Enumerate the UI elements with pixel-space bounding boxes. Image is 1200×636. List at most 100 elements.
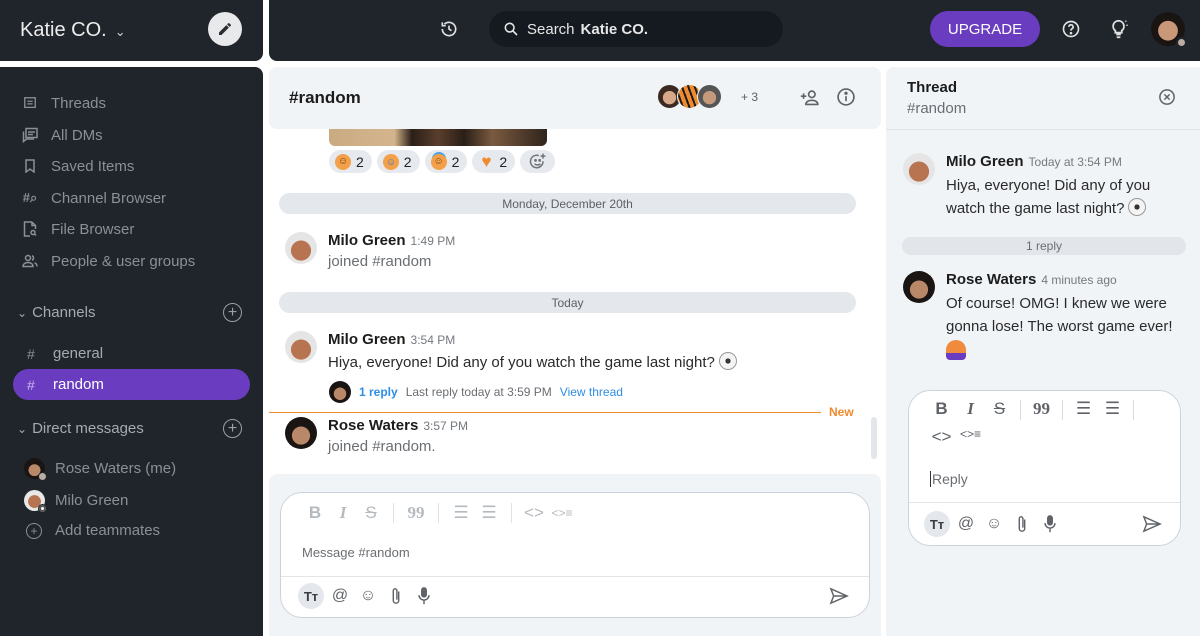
workspace-bar: Katie CO. ⌄ — [0, 0, 263, 61]
message-author[interactable]: Rose Waters 3:57 PM — [328, 417, 468, 434]
reaction-grinning[interactable]: ☺ 2 — [329, 150, 372, 173]
code-icon[interactable]: <> — [520, 503, 548, 523]
search-input[interactable]: Search Katie CO. — [489, 11, 783, 47]
message-body: joined #random. — [328, 438, 436, 455]
send-button[interactable] — [829, 587, 849, 610]
composer-actions: Tᴛ @ ☺ — [924, 511, 1062, 537]
strikethrough-icon[interactable]: S — [357, 503, 385, 523]
avatar[interactable] — [285, 417, 317, 449]
sidebar-dm-rose-waters[interactable]: Rose Waters (me) — [24, 458, 176, 481]
sidebar-dm-milo-green[interactable]: Milo Green — [24, 490, 128, 513]
reply-composer[interactable]: B I S 99 ☰ ☰ <> <>≡ Reply Tᴛ @ ☺ — [908, 390, 1181, 546]
add-dm-icon[interactable]: + — [223, 419, 242, 438]
numbered-list-icon[interactable]: ☰ — [1069, 399, 1098, 421]
code-block-icon[interactable]: <>≡ — [548, 506, 576, 520]
chevron-down-icon[interactable]: ⌄ — [17, 306, 27, 320]
sidebar-item-file-browser[interactable]: File Browser — [22, 218, 134, 240]
bullet-list-icon[interactable]: ☰ — [1098, 399, 1127, 421]
emoji-icon[interactable]: ☺ — [982, 512, 1006, 536]
thread-title: Thread — [907, 79, 958, 96]
reply-count-divider: 1 reply — [902, 237, 1186, 255]
close-icon — [1159, 89, 1175, 105]
channels-section-header[interactable]: ⌄ Channels + — [17, 303, 242, 322]
strikethrough-icon[interactable]: S — [985, 399, 1014, 421]
code-icon[interactable]: <> — [927, 427, 956, 449]
text-format-icon[interactable]: Tᴛ — [298, 583, 324, 609]
mention-icon[interactable]: @ — [328, 584, 352, 608]
text-format-icon[interactable]: Tᴛ — [924, 511, 950, 537]
avatar[interactable] — [285, 232, 317, 264]
message-author[interactable]: Milo Green 1:49 PM — [328, 232, 455, 249]
dms-section-header[interactable]: ⌄ Direct messages + — [17, 419, 242, 438]
history-button[interactable] — [439, 19, 461, 41]
italic-icon[interactable]: I — [329, 503, 357, 523]
reply-input[interactable]: Reply — [930, 471, 968, 487]
attachment-icon[interactable] — [1010, 512, 1034, 536]
avatar[interactable] — [903, 153, 935, 185]
rolling-laughing-icon: ☺ — [379, 150, 402, 173]
message-time: 4 minutes ago — [1041, 273, 1117, 287]
message-author[interactable]: Milo Green Today at 3:54 PM — [946, 153, 1122, 170]
message-body: Hiya, everyone! Did any of you watch the… — [328, 352, 737, 371]
quote-icon[interactable]: 99 — [402, 503, 430, 523]
reaction-orange-heart[interactable]: ♥ 2 — [472, 150, 516, 173]
sidebar-item-threads[interactable]: Threads — [22, 92, 106, 114]
attachment-icon[interactable] — [384, 584, 408, 608]
workspace-name[interactable]: Katie CO. — [20, 19, 107, 42]
add-channel-icon[interactable]: + — [223, 303, 242, 322]
send-button[interactable] — [1142, 515, 1162, 538]
thread-summary[interactable]: 1 reply Last reply today at 3:59 PM View… — [329, 381, 623, 403]
chevron-down-icon[interactable]: ⌄ — [115, 24, 126, 40]
add-member-button[interactable] — [799, 88, 821, 113]
compose-button[interactable] — [208, 12, 242, 46]
chat-panel: #random + 3 ☺ 2 ☺ 2 ☺ 2 ♥ 2 Monday, Dece… — [269, 67, 881, 636]
avatar[interactable] — [903, 271, 935, 303]
numbered-list-icon[interactable]: ☰ — [447, 503, 475, 523]
bold-icon[interactable]: B — [301, 503, 329, 523]
close-thread-button[interactable] — [1158, 88, 1176, 111]
channel-header: #random + 3 — [269, 67, 881, 129]
emoji-icon[interactable]: ☺ — [356, 584, 380, 608]
sidebar-item-all-dms[interactable]: All DMs — [22, 124, 103, 146]
message-time: Today at 3:54 PM — [1028, 155, 1122, 169]
reaction-rolling-laughing[interactable]: ☺ 2 — [376, 150, 420, 173]
bullet-list-icon[interactable]: ☰ — [475, 503, 503, 523]
extra-members-count[interactable]: + 3 — [741, 90, 758, 104]
sidebar-channel-random[interactable]: # random — [13, 369, 250, 400]
message-input[interactable]: Message #random — [302, 545, 410, 560]
chevron-down-icon[interactable]: ⌄ — [17, 422, 27, 436]
scrollbar[interactable] — [871, 417, 877, 459]
user-avatar[interactable] — [1151, 12, 1187, 48]
new-messages-label: New — [829, 405, 854, 419]
message-author[interactable]: Milo Green 3:54 PM — [328, 331, 455, 348]
reaction-halo[interactable]: ☺ 2 — [424, 150, 468, 173]
avatar[interactable] — [285, 331, 317, 363]
reply-count-link[interactable]: 1 reply — [359, 385, 398, 399]
sidebar-item-channel-browser[interactable]: #⌕ Channel Browser — [22, 187, 166, 209]
italic-icon[interactable]: I — [956, 399, 985, 421]
message-composer[interactable]: B I S 99 ☰ ☰ <> <>≡ Message #random Tᴛ @ — [280, 492, 870, 618]
microphone-icon[interactable] — [412, 584, 436, 608]
format-toolbar: B I S 99 ☰ ☰ <> <>≡ — [927, 399, 1167, 449]
quote-icon[interactable]: 99 — [1027, 399, 1056, 421]
channel-info-button[interactable] — [836, 87, 856, 112]
member-avatars[interactable] — [657, 84, 722, 109]
help-button[interactable] — [1061, 19, 1081, 44]
message-author[interactable]: Rose Waters 4 minutes ago — [946, 271, 1117, 288]
bold-icon[interactable]: B — [927, 399, 956, 421]
soccer-ball-icon — [1128, 198, 1147, 216]
channel-name: random — [53, 376, 104, 393]
sidebar-item-people[interactable]: People & user groups — [22, 250, 195, 272]
add-reaction-button[interactable] — [520, 150, 556, 173]
tips-button[interactable] — [1108, 18, 1130, 45]
upgrade-button[interactable]: UPGRADE — [930, 11, 1040, 47]
view-thread-link[interactable]: View thread — [560, 385, 623, 399]
sidebar-item-saved[interactable]: Saved Items — [22, 155, 134, 177]
microphone-icon[interactable] — [1038, 512, 1062, 536]
avatar — [24, 490, 47, 513]
code-block-icon[interactable]: <>≡ — [956, 427, 985, 449]
add-teammates-button[interactable]: + Add teammates — [24, 522, 160, 539]
thread-channel[interactable]: #random — [907, 100, 966, 117]
mention-icon[interactable]: @ — [954, 512, 978, 536]
sidebar-channel-general[interactable]: # general — [13, 338, 250, 369]
